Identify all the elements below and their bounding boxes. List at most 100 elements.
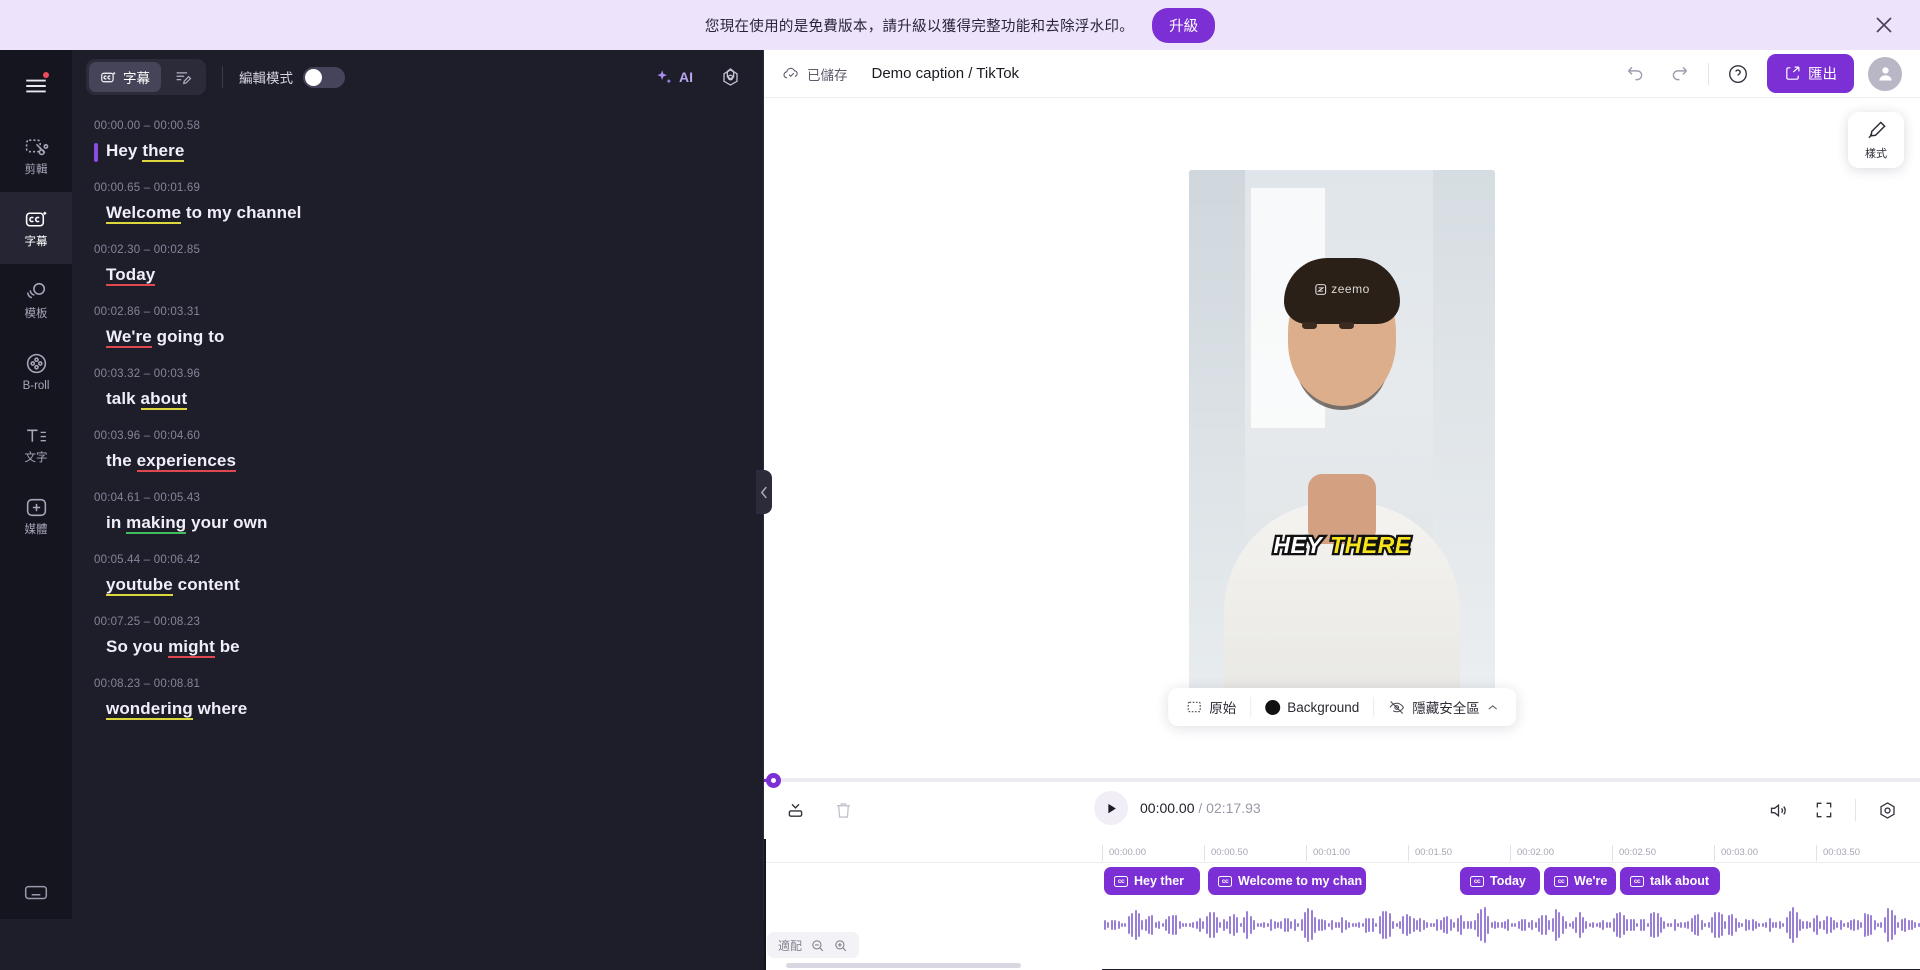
tab-script[interactable] xyxy=(163,62,203,92)
caption-row[interactable]: 00:03.32 – 00:03.96 talk about xyxy=(72,358,763,420)
caption-row[interactable]: 00:00.00 – 00:00.58 Hey there xyxy=(72,110,763,172)
gear-target-icon[interactable] xyxy=(1872,795,1902,825)
audio-waveform[interactable] xyxy=(1104,905,1920,945)
sidebar-item-edit[interactable]: 剪輯 xyxy=(0,120,72,192)
tab-captions[interactable]: 字幕 xyxy=(89,62,161,92)
sidebar-item-media[interactable]: 媒體 xyxy=(0,480,72,552)
caption-text[interactable]: the experiences xyxy=(94,451,741,472)
caption-text[interactable]: Today xyxy=(94,265,741,286)
caption-text-segment: experiences xyxy=(136,451,237,472)
caption-row[interactable]: 00:04.61 – 00:05.43 in making your own xyxy=(72,482,763,544)
split-clip-icon[interactable] xyxy=(780,795,810,825)
export-button[interactable]: 匯出 xyxy=(1767,54,1854,93)
volume-icon[interactable] xyxy=(1763,795,1793,825)
safe-area-button[interactable]: 隱藏安全區 xyxy=(1374,692,1512,722)
upgrade-button[interactable]: 升級 xyxy=(1152,7,1216,43)
closed-caption-icon xyxy=(24,207,49,232)
help-circle-icon[interactable] xyxy=(1723,59,1753,89)
caption-row[interactable]: 00:08.23 – 00:08.81 wondering where xyxy=(72,668,763,730)
caption-row[interactable]: 00:03.96 – 00:04.60 the experiences xyxy=(72,420,763,482)
caption-text-segment: to my channel xyxy=(181,203,302,222)
video-preview[interactable]: zeemo HEY THERE xyxy=(1189,170,1495,714)
caption-text[interactable]: So you might be xyxy=(94,637,741,658)
dashed-frame-icon xyxy=(1186,699,1202,715)
script-edit-icon xyxy=(174,68,192,86)
caption-text-segment: might xyxy=(168,637,215,658)
ruler-tick: 00:02.50 xyxy=(1612,845,1656,861)
video-caption-overlay[interactable]: HEY THERE xyxy=(1271,530,1412,561)
ruler-tick: 00:03.50 xyxy=(1816,845,1860,861)
background-button[interactable]: Background xyxy=(1251,692,1373,722)
closed-caption-icon xyxy=(100,69,117,86)
keyboard-icon[interactable] xyxy=(23,879,49,905)
ruler-tick: 00:02.00 xyxy=(1510,845,1554,861)
caption-clip[interactable]: cc Welcome to my chan xyxy=(1208,867,1366,895)
caption-text-segment: So you xyxy=(106,637,169,656)
undo-icon[interactable] xyxy=(1620,59,1650,89)
caption-row[interactable]: 00:00.65 – 00:01.69 Welcome to my channel xyxy=(72,172,763,234)
caption-row[interactable]: 00:02.30 – 00:02.85 Today xyxy=(72,234,763,296)
caption-text[interactable]: We're going to xyxy=(94,327,741,348)
caption-row[interactable]: 00:05.44 – 00:06.42 youtube content xyxy=(72,544,763,606)
style-button[interactable]: 樣式 xyxy=(1848,112,1904,168)
caption-timestamp: 00:07.25 – 00:08.23 xyxy=(94,616,201,628)
chevron-up-icon[interactable] xyxy=(1487,702,1498,713)
original-ratio-button[interactable]: 原始 xyxy=(1172,692,1250,722)
timeline-playhead[interactable] xyxy=(764,839,766,970)
trash-icon[interactable] xyxy=(828,795,858,825)
main-workspace: 已儲存 Demo caption / TikTok 匯出 樣式 zeemo HE… xyxy=(764,50,1920,970)
left-navigation-rail: 剪輯 字幕 模板 B-roll 文字 媒體 xyxy=(0,50,72,919)
play-button[interactable] xyxy=(1094,791,1128,825)
watermark-text: zeemo xyxy=(1331,282,1370,296)
ai-button[interactable]: AI xyxy=(655,68,693,87)
divider xyxy=(1708,62,1709,85)
fullscreen-icon[interactable] xyxy=(1809,795,1839,825)
edit-mode-toggle[interactable] xyxy=(303,66,345,88)
edit-mode-label: 編輯模式 xyxy=(239,71,293,86)
caption-text-segment: be xyxy=(214,637,240,656)
caption-clip[interactable]: cc talk about xyxy=(1620,867,1720,895)
caption-clip-label: talk about xyxy=(1650,874,1710,888)
ruler-tick: 00:01.50 xyxy=(1408,845,1452,861)
zoom-fit-label[interactable]: 適配 xyxy=(778,937,802,954)
caption-timestamp: 00:03.32 – 00:03.96 xyxy=(94,368,201,380)
caption-clip-label: Welcome to my chan xyxy=(1238,874,1363,888)
film-reel-icon xyxy=(24,351,49,376)
caption-text[interactable]: talk about xyxy=(94,389,741,410)
notification-dot xyxy=(43,72,49,78)
close-icon[interactable] xyxy=(1872,13,1896,37)
timeline-ruler[interactable]: 00:00.00 00:00.50 00:01.00 00:01.50 00:02.00… xyxy=(764,841,1920,863)
avatar[interactable] xyxy=(1868,56,1902,91)
caption-text[interactable]: wondering where xyxy=(94,699,741,720)
caption-list[interactable]: 00:00.00 – 00:00.58 Hey there 00:00.65 – 0… xyxy=(72,104,763,919)
playhead-handle[interactable] xyxy=(766,773,781,788)
horizontal-scrollbar[interactable] xyxy=(786,963,1021,968)
cc-icon: cc xyxy=(1218,875,1232,887)
timeline-scrubber[interactable] xyxy=(764,773,1920,788)
save-status: 已儲存 xyxy=(782,64,848,84)
caption-text[interactable]: Welcome to my channel xyxy=(94,203,741,224)
redo-icon[interactable] xyxy=(1664,59,1694,89)
preview-stage: zeemo HEY THERE 原始 Background 隱藏安全區 xyxy=(764,98,1920,778)
time-separator: / xyxy=(1198,800,1203,816)
caption-text[interactable]: in making your own xyxy=(94,513,741,534)
sidebar-item-captions[interactable]: 字幕 xyxy=(0,192,72,264)
sidebar-item-broll[interactable]: B-roll xyxy=(0,336,72,408)
sidebar-item-label: 模板 xyxy=(24,308,48,321)
caption-clip[interactable]: cc We're xyxy=(1544,867,1616,895)
sparkle-ai-icon xyxy=(655,68,674,87)
caption-clip[interactable]: cc Hey ther xyxy=(1104,867,1200,895)
caption-text[interactable]: Hey there xyxy=(94,141,741,162)
zoom-in-icon[interactable] xyxy=(833,938,848,953)
gear-icon[interactable] xyxy=(715,62,745,92)
caption-row[interactable]: 00:07.25 – 00:08.23 So you might be xyxy=(72,606,763,668)
panel-collapse-button[interactable] xyxy=(756,470,772,514)
caption-clip[interactable]: cc Today xyxy=(1460,867,1540,895)
sidebar-item-text[interactable]: 文字 xyxy=(0,408,72,480)
hamburger-icon[interactable] xyxy=(14,64,58,108)
caption-text[interactable]: youtube content xyxy=(94,575,741,596)
caption-text-segment: wondering xyxy=(106,699,193,720)
sidebar-item-templates[interactable]: 模板 xyxy=(0,264,72,336)
caption-row[interactable]: 00:02.86 – 00:03.31 We're going to xyxy=(72,296,763,358)
zoom-out-icon[interactable] xyxy=(810,938,825,953)
